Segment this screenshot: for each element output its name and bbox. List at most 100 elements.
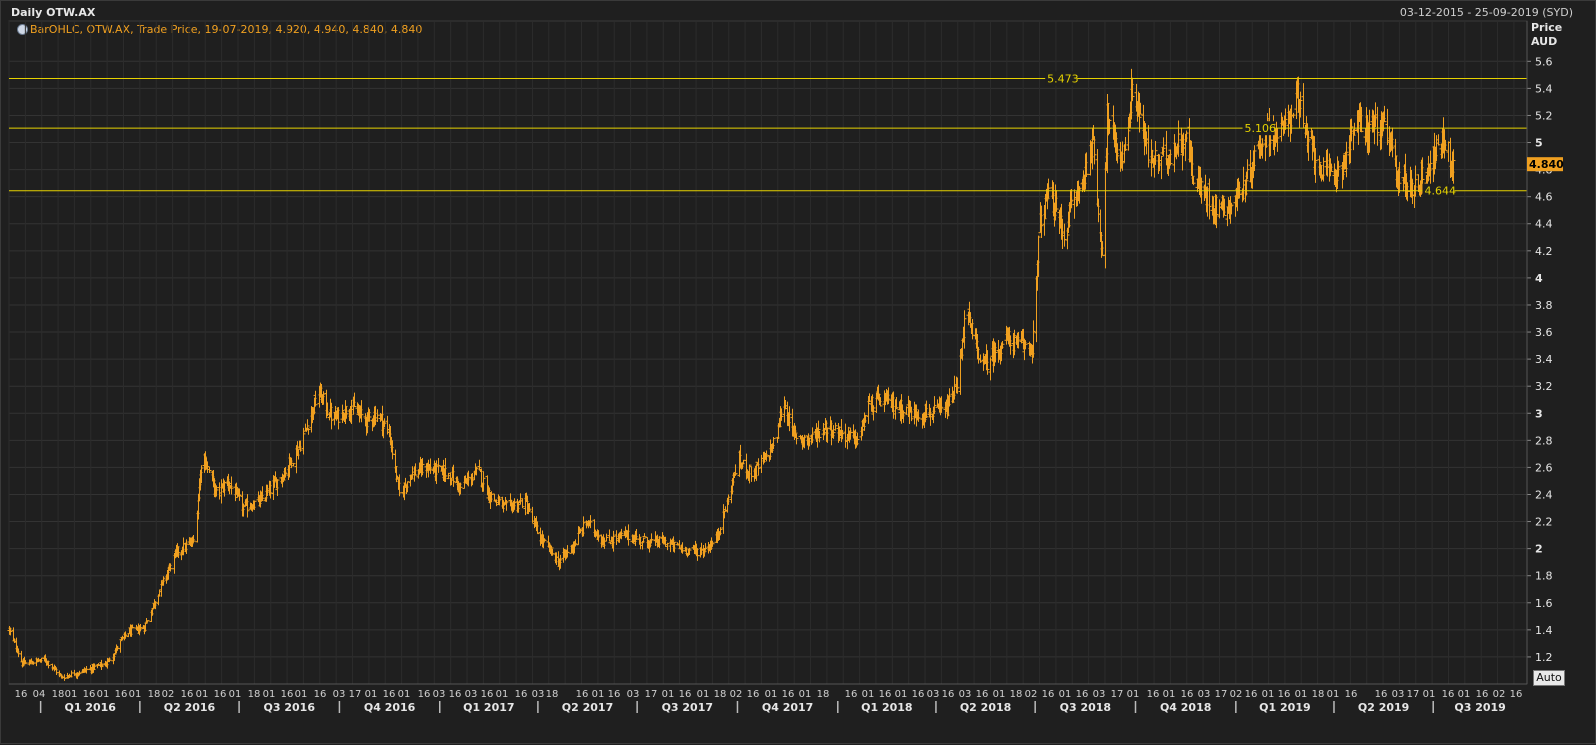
y-tick-label: 1.8 [1535, 570, 1553, 583]
x-day-label: 16 [1147, 689, 1160, 700]
y-tick-label: 2.6 [1535, 461, 1553, 474]
quarter-label: Q1 2018 [861, 701, 912, 714]
quarter-label: Q1 2017 [463, 701, 514, 714]
quarter-label: Q2 2016 [164, 701, 216, 714]
chart-window: Daily OTW.AX 03-12-2015 - 25-09-2019 (SY… [0, 0, 1596, 744]
last-price-label: 4.840 [1529, 158, 1564, 171]
y-tick-label: 3.6 [1535, 326, 1553, 339]
level-label: 4.644 [1424, 185, 1456, 198]
x-day-label: 03 [959, 689, 972, 700]
x-day-label: 18 [1312, 689, 1325, 700]
x-day-label: 02 [1493, 689, 1506, 700]
x-day-label: 16 [1278, 689, 1291, 700]
x-day-label: 03 [1198, 689, 1211, 700]
x-day-label: 01 [97, 689, 110, 700]
x-day-label: 17 [349, 689, 362, 700]
x-day-label: 17 [1111, 689, 1124, 700]
x-day-label: 18 [52, 689, 65, 700]
x-day-label: 16 [1181, 689, 1194, 700]
y-tick-label: 2 [1535, 543, 1543, 556]
quarter-label: Q2 2017 [562, 701, 613, 714]
quarter-label: Q1 2016 [65, 701, 117, 714]
y-tick-label: 5.2 [1535, 109, 1553, 122]
x-day-label: 18 [148, 689, 161, 700]
x-day-label: 02 [1025, 689, 1038, 700]
x-day-label: 01 [592, 689, 605, 700]
y-tick-label: 5.6 [1535, 55, 1553, 68]
x-day-label: 16 [314, 689, 327, 700]
x-day-label: 16 [782, 689, 795, 700]
x-day-label: 01 [799, 689, 812, 700]
auto-scale-button[interactable]: Auto [1533, 670, 1565, 686]
x-day-label: 02 [730, 689, 743, 700]
y-tick-label: 4.4 [1535, 218, 1553, 231]
x-day-label: 01 [295, 689, 308, 700]
x-day-label: 16 [515, 689, 528, 700]
x-day-label: 01 [1163, 689, 1176, 700]
x-day-label: 17 [645, 689, 658, 700]
x-day-label: 16 [1245, 689, 1258, 700]
quarter-label: Q2 2018 [960, 701, 1011, 714]
x-day-label: 16 [1076, 689, 1089, 700]
x-day-label: 01 [895, 689, 908, 700]
x-day-label: 16 [845, 689, 858, 700]
x-day-label: 01 [229, 689, 242, 700]
level-label: 5.106 [1245, 122, 1277, 135]
x-day-label: 03 [927, 689, 940, 700]
x-day-label: 16 [1375, 689, 1388, 700]
x-day-label: 01 [993, 689, 1006, 700]
x-axis: 16 04 18 01 16 01 16 01 18 02 16 01 16 01 18 01 16 01 16 03… [9, 683, 1527, 714]
x-day-label: 18 [546, 689, 559, 700]
ohlc-bars [7, 68, 1456, 681]
x-day-label: 01 [365, 689, 378, 700]
quarter-label: Q3 2017 [662, 701, 713, 714]
x-day-label: 17 [1407, 689, 1420, 700]
x-day-label: 16 [976, 689, 989, 700]
x-day-label: 03 [433, 689, 446, 700]
x-day-label: 01 [65, 689, 78, 700]
x-day-label: 03 [532, 689, 545, 700]
x-day-label: 18 [1010, 689, 1023, 700]
price-chart[interactable]: 5.473 5.106 4.644 1.2 1.4 1.6 1.8 2 2.2 2.4 2.6 2.… [1, 1, 1596, 745]
x-day-label: 16 [281, 689, 294, 700]
y-tick-label: 3.8 [1535, 299, 1553, 312]
x-day-label: 16 [747, 689, 760, 700]
x-day-label: 01 [496, 689, 509, 700]
x-day-label: 16 [679, 689, 692, 700]
x-day-label: 16 [181, 689, 194, 700]
x-day-label: 03 [333, 689, 346, 700]
y-tick-label: 4.2 [1535, 245, 1553, 258]
x-day-label: 01 [862, 689, 875, 700]
x-day-label: 02 [1230, 689, 1243, 700]
x-day-label: 01 [1059, 689, 1072, 700]
quarter-label: Q1 2019 [1259, 701, 1310, 714]
y-axis: 1.2 1.4 1.6 1.8 2 2.2 2.4 2.6 2.8 3 3.2 3.4 3.6 3.8 4 4… [1526, 21, 1564, 684]
x-day-label: 18 [714, 689, 727, 700]
y-tick-label: 1.2 [1535, 651, 1553, 664]
y-tick-label: 4 [1535, 272, 1543, 285]
x-day-label: 16 [942, 689, 955, 700]
x-day-label: 16 [115, 689, 128, 700]
horizontal-levels[interactable]: 5.473 5.106 4.644 [9, 71, 1527, 198]
quarter-label: Q3 2018 [1060, 701, 1111, 714]
x-day-label: 01 [662, 689, 675, 700]
x-day-label: 16 [912, 689, 925, 700]
quarter-label: Q3 2016 [264, 701, 316, 714]
y-tick-label: 4.6 [1535, 191, 1553, 204]
x-day-label: 01 [1127, 689, 1140, 700]
x-day-label: 16 [214, 689, 227, 700]
level-label: 5.473 [1047, 72, 1079, 85]
x-day-label: 03 [627, 689, 640, 700]
x-day-label: 16 [1345, 689, 1358, 700]
y-tick-label: 2.4 [1535, 488, 1553, 501]
y-tick-label: 1.6 [1535, 597, 1553, 610]
x-day-label: 04 [33, 689, 46, 700]
x-day-label: 01 [1327, 689, 1340, 700]
y-tick-label: 3.2 [1535, 380, 1553, 393]
quarter-label: Q2 2019 [1358, 701, 1409, 714]
x-day-label: 01 [263, 689, 276, 700]
y-tick-label: 5.4 [1535, 82, 1553, 95]
x-day-label: 18 [817, 689, 830, 700]
x-day-label: 16 [608, 689, 621, 700]
x-day-label: 01 [1458, 689, 1471, 700]
